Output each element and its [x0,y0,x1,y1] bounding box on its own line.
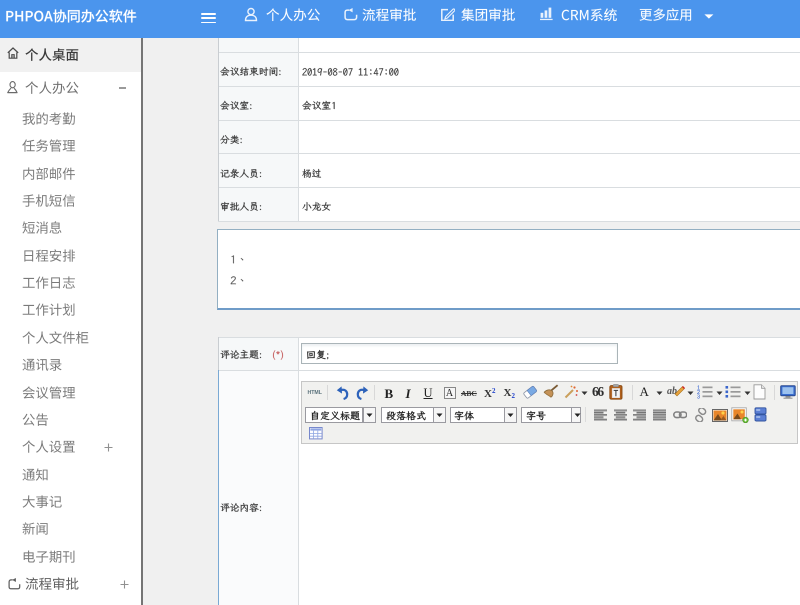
svg-text:3: 3 [697,394,700,398]
